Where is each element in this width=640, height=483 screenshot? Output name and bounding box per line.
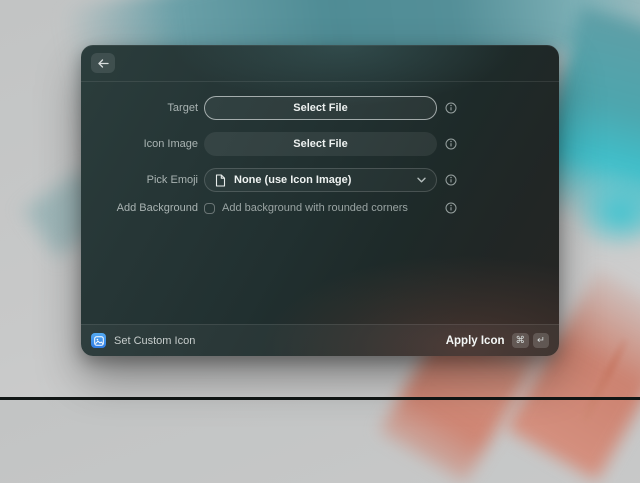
file-icon — [215, 174, 226, 187]
form-content: Target Select File Icon Image Select Fil… — [81, 82, 559, 216]
command-key-icon: ⌘ — [512, 333, 530, 348]
form-row-target: Target Select File — [81, 96, 559, 120]
pick-emoji-dropdown[interactable]: None (use Icon Image) — [204, 168, 437, 192]
info-icon[interactable] — [445, 138, 457, 150]
action-bar: Set Custom Icon Apply Icon ⌘ ↵ — [81, 324, 559, 356]
icon-image-label: Icon Image — [81, 138, 204, 150]
return-key-icon: ↵ — [533, 333, 549, 348]
back-button[interactable] — [91, 53, 115, 73]
info-icon[interactable] — [445, 202, 457, 214]
command-name: Set Custom Icon — [114, 335, 446, 347]
icon-image-select-file-button[interactable]: Select File — [204, 132, 437, 156]
window-header — [81, 45, 559, 82]
wallpaper-cyan-blob — [572, 176, 640, 251]
info-icon[interactable] — [445, 174, 457, 186]
wallpaper-coral-line — [581, 337, 630, 423]
shortcut-keys: ⌘ ↵ — [512, 333, 550, 348]
arrow-left-icon — [98, 59, 109, 68]
info-icon[interactable] — [445, 102, 457, 114]
target-select-file-button[interactable]: Select File — [204, 96, 437, 120]
checkbox-field: Add background with rounded corners — [204, 202, 437, 214]
add-background-checkbox-label: Add background with rounded corners — [222, 202, 408, 214]
image-icon — [91, 333, 106, 348]
apply-icon-button[interactable]: Apply Icon — [446, 335, 505, 347]
form-row-icon-image: Icon Image Select File — [81, 132, 559, 156]
raycast-window: Target Select File Icon Image Select Fil… — [81, 45, 559, 356]
form-row-add-background: Add Background Add background with round… — [81, 200, 559, 216]
chevron-down-icon — [417, 177, 426, 183]
pick-emoji-value: None (use Icon Image) — [234, 174, 417, 186]
target-label: Target — [81, 102, 204, 114]
form-row-pick-emoji: Pick Emoji None (use Icon Image) — [81, 168, 559, 192]
add-background-checkbox[interactable] — [204, 203, 215, 214]
add-background-label: Add Background — [81, 202, 204, 214]
pick-emoji-label: Pick Emoji — [81, 174, 204, 186]
